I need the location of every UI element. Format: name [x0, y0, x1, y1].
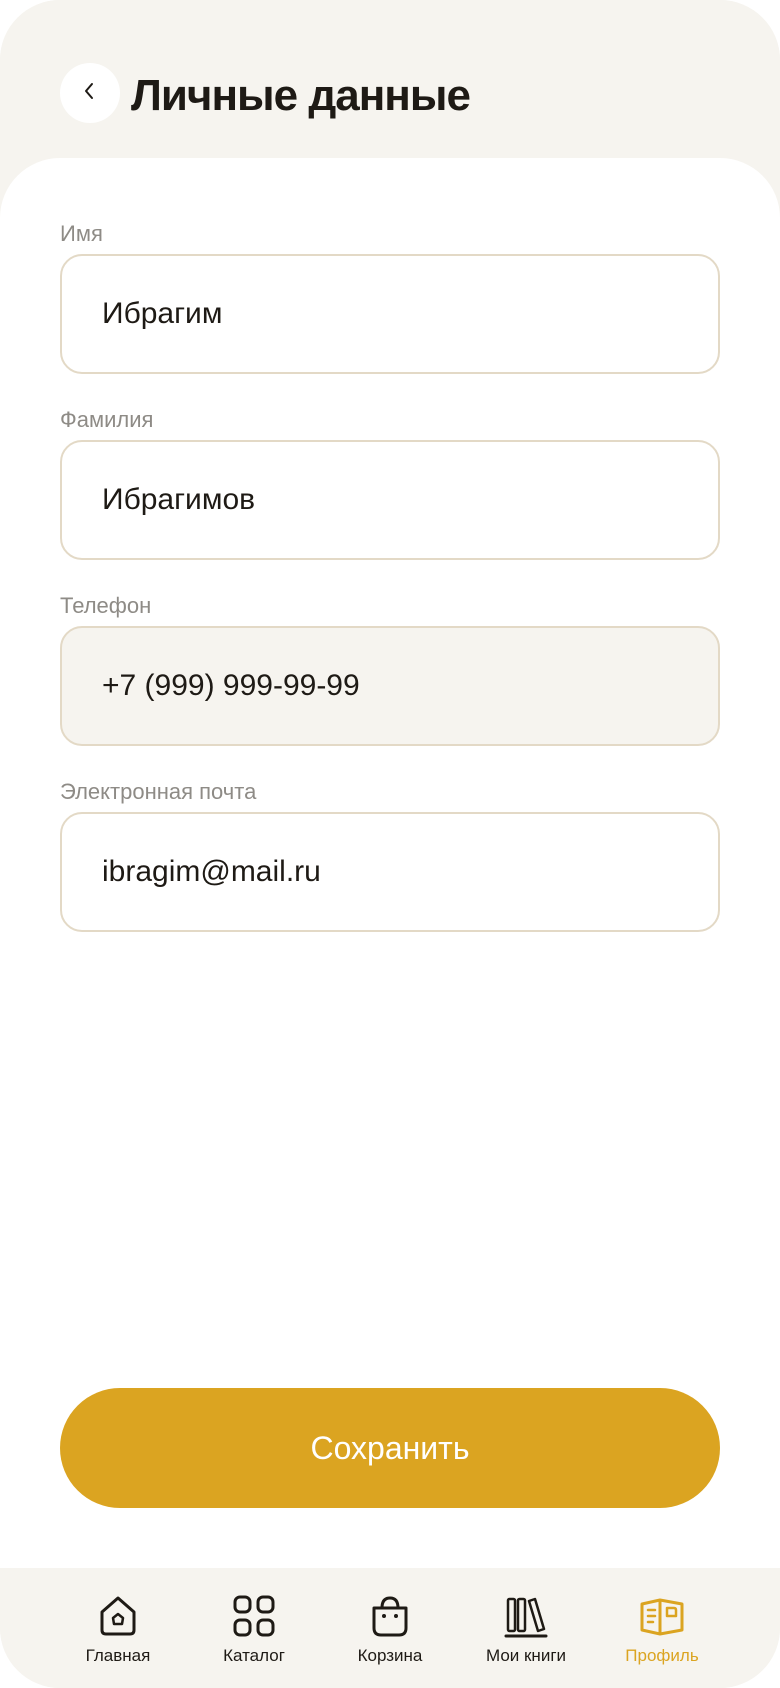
phone-label: Телефон: [60, 593, 152, 618]
tab-my-books-label: Мои книги: [485, 1646, 567, 1665]
basket-icon: [366, 1592, 414, 1640]
tab-profile-label: Профиль: [625, 1646, 699, 1665]
tab-bar: Главная Каталог Корзина Мои книги Профил…: [0, 1568, 780, 1688]
home-icon: [94, 1592, 142, 1640]
last-name-label: Фамилия: [60, 407, 154, 432]
phone-field[interactable]: +7 (999) 999-99-99: [60, 626, 720, 746]
tab-cart[interactable]: Корзина: [325, 1592, 455, 1666]
back-button[interactable]: [60, 63, 120, 123]
email-label: Электронная почта: [60, 779, 257, 804]
page-title: Личные данные: [131, 71, 471, 120]
first-name-field[interactable]: Ибрагим: [60, 254, 720, 374]
catalog-grid-icon: [230, 1592, 278, 1640]
tab-profile[interactable]: Профиль: [597, 1592, 727, 1666]
tab-home[interactable]: Главная: [53, 1592, 183, 1666]
email-field[interactable]: ibragim@mail.ru: [60, 812, 720, 932]
profile-book-icon: [638, 1592, 686, 1640]
tab-cart-label: Корзина: [357, 1646, 423, 1665]
last-name-value: Ибрагимов: [102, 483, 256, 516]
chevron-left-icon: [82, 80, 98, 107]
tab-catalog-label: Каталог: [223, 1646, 285, 1665]
form-content: Имя Ибрагим Фамилия Ибрагимов Телефон +7…: [0, 158, 780, 1568]
phone-value: +7 (999) 999-99-99: [102, 669, 360, 702]
first-name-label: Имя: [60, 221, 103, 246]
last-name-field[interactable]: Ибрагимов: [60, 440, 720, 560]
tab-catalog[interactable]: Каталог: [189, 1592, 319, 1666]
tab-home-label: Главная: [85, 1646, 151, 1665]
screen: Личные данные Имя Ибрагим Фамилия Ибраги…: [0, 0, 780, 1688]
save-button[interactable]: Сохранить: [60, 1388, 720, 1508]
email-value: ibragim@mail.ru: [102, 855, 321, 888]
books-icon: [502, 1592, 550, 1640]
first-name-value: Ибрагим: [102, 297, 223, 330]
tab-my-books[interactable]: Мои книги: [461, 1592, 591, 1666]
